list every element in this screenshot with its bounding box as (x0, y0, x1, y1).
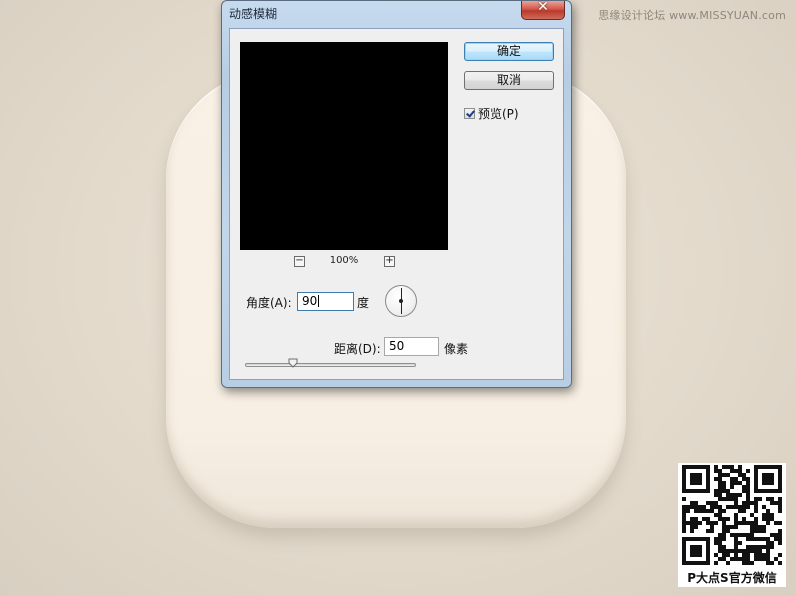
zoom-level: 100% (329, 255, 359, 266)
text-caret (318, 295, 320, 307)
distance-input[interactable]: 50 (384, 337, 439, 356)
cancel-button[interactable]: 取消 (464, 71, 554, 90)
distance-value: 50 (389, 339, 405, 353)
zoom-in-button[interactable]: + (384, 256, 395, 267)
zoom-out-button[interactable]: − (294, 256, 305, 267)
dialog-title: 动感模糊 (229, 7, 278, 21)
dialog-content: − 100% + 确定 取消 预览(P) 角度(A): 90 度 距离(D): … (229, 28, 564, 380)
distance-label: 距离(D): (334, 342, 381, 356)
angle-label: 角度(A): (246, 296, 292, 310)
ok-button[interactable]: 确定 (464, 42, 554, 61)
zoom-out-icon: − (295, 255, 304, 266)
qr-code-block: P大点S官方微信 (678, 463, 786, 587)
angle-dial-icon[interactable] (385, 285, 417, 317)
preview-canvas[interactable] (240, 42, 448, 250)
angle-value: 90 (302, 294, 318, 308)
angle-input[interactable]: 90 (297, 292, 354, 311)
checkmark-icon[interactable] (464, 108, 475, 119)
distance-unit: 像素 (444, 342, 469, 356)
qr-caption: P大点S官方微信 (687, 571, 777, 585)
close-icon: ✕ (537, 0, 549, 15)
distance-slider-track[interactable] (245, 363, 416, 367)
preview-checkbox-label: 预览(P) (478, 107, 519, 121)
close-button[interactable]: ✕ (521, 0, 565, 20)
preview-checkbox[interactable]: 预览(P) (464, 105, 519, 122)
distance-slider-thumb[interactable] (288, 358, 298, 368)
zoom-in-icon: + (385, 255, 394, 266)
watermark-text: 思缘设计论坛 www.MISSYUAN.com (598, 9, 786, 22)
angle-unit: 度 (357, 296, 370, 310)
angle-dial-hub (399, 299, 403, 303)
qr-code-image (682, 465, 782, 565)
motion-blur-dialog: 动感模糊 ✕ − 100% + 确定 取消 预览(P) 角度(A): 90 度 … (221, 0, 572, 388)
